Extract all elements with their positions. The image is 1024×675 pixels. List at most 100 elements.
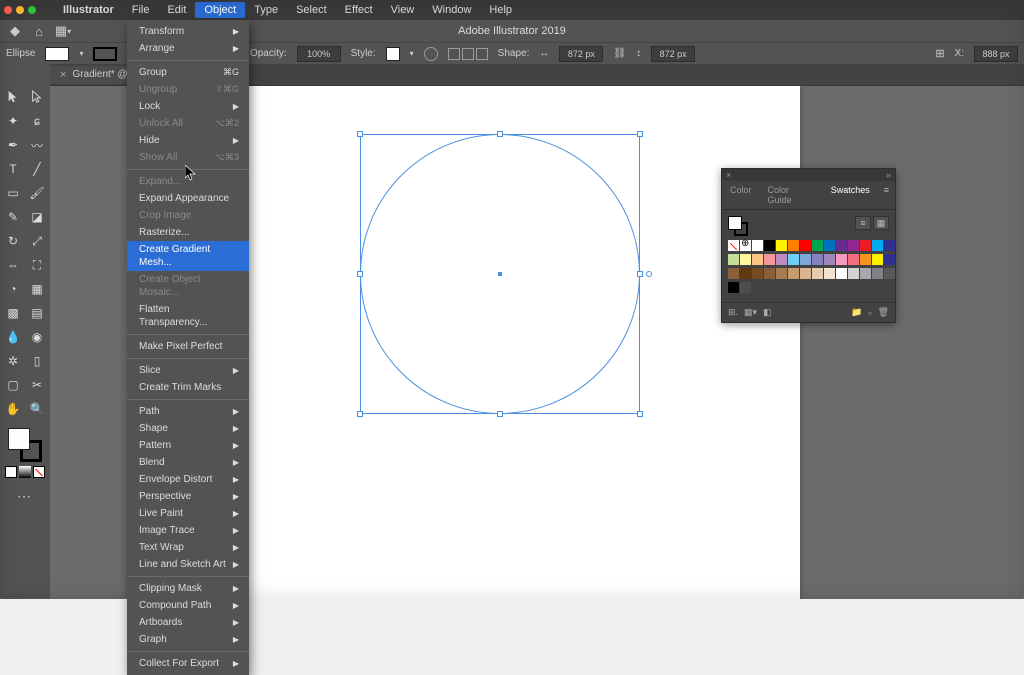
fill-box[interactable] [8,428,30,450]
menu-item-flatten-transparency-[interactable]: Flatten Transparency... [127,301,249,331]
menu-item-path[interactable]: Path▶ [127,403,249,420]
transform-reference-icon[interactable]: ⊞ [935,47,944,60]
graphic-style[interactable] [386,47,400,61]
edit-toolbar-icon[interactable]: ⋯ [17,488,33,505]
magic-wand-tool[interactable]: ✦ [2,110,24,132]
swatch[interactable] [824,254,835,265]
tab-color[interactable]: Color [722,181,760,209]
menu-object[interactable]: Object [195,2,245,18]
color-mode-buttons[interactable] [5,466,45,478]
menu-item-slice[interactable]: Slice▶ [127,362,249,379]
menu-view[interactable]: View [382,2,424,18]
swatch[interactable] [848,240,859,251]
tab-swatches[interactable]: Swatches [823,181,878,209]
home-icon[interactable]: ⌂ [30,22,48,40]
menu-item-rasterize-[interactable]: Rasterize... [127,224,249,241]
list-view-icon[interactable]: ≡ [855,216,871,230]
menu-help[interactable]: Help [480,2,521,18]
menu-item-lock[interactable]: Lock▶ [127,98,249,115]
swatch[interactable] [788,240,799,251]
menu-item-expand-appearance[interactable]: Expand Appearance [127,190,249,207]
menu-item-compound-path[interactable]: Compound Path▶ [127,597,249,614]
recolor-artwork-icon[interactable] [424,47,438,61]
swatch[interactable] [824,268,835,279]
scale-tool[interactable]: ⤢ [26,230,48,252]
swatch[interactable] [752,268,763,279]
new-swatch-icon[interactable]: ▫ [868,308,871,318]
swatch[interactable] [740,240,751,251]
rectangle-tool[interactable]: ▭ [2,182,24,204]
align-buttons[interactable] [448,48,488,60]
swatch-options-icon[interactable]: ◧ [763,307,772,318]
panel-collapse-icon[interactable]: » [886,170,891,180]
menu-item-artboards[interactable]: Artboards▶ [127,614,249,631]
menu-effect[interactable]: Effect [336,2,382,18]
menu-item-line-and-sketch-art[interactable]: Line and Sketch Art▶ [127,556,249,573]
pen-tool[interactable]: ✒ [2,134,24,156]
panel-close-icon[interactable]: × [726,170,731,180]
menu-item-hide[interactable]: Hide▶ [127,132,249,149]
swatch[interactable] [728,282,739,293]
swatch[interactable] [872,268,883,279]
panel-fill-stroke[interactable] [728,216,748,236]
pie-handle[interactable] [646,271,652,277]
app-logo-icon[interactable]: ◆ [6,22,24,40]
swatch-row-2[interactable] [728,254,889,265]
swatch[interactable] [860,254,871,265]
swatch-libraries-icon[interactable]: ⊞. [728,307,738,318]
shape-builder-tool[interactable]: ◔ [2,278,24,300]
swatch[interactable] [860,240,871,251]
swatch[interactable] [812,268,823,279]
handle-mid-right[interactable] [637,271,643,277]
stroke-swatch[interactable] [93,47,117,61]
mesh-tool[interactable]: ▩ [2,302,24,324]
swatch[interactable] [884,254,895,265]
menu-item-graph[interactable]: Graph▶ [127,631,249,648]
menu-type[interactable]: Type [245,2,287,18]
shape-height-value[interactable]: 872 px [651,46,695,62]
handle-top-mid[interactable] [497,131,503,137]
blend-tool[interactable]: ◉ [26,326,48,348]
rotate-tool[interactable]: ↻ [2,230,24,252]
menu-illustrator[interactable]: Illustrator [54,2,123,18]
swatch[interactable] [728,240,739,251]
swatches-panel[interactable]: ×» Color Color Guide Swatches ≡ ≡ ▦ ⊞. ▦… [721,168,896,323]
swatch[interactable] [740,254,751,265]
close-tab-icon[interactable]: × [60,69,66,81]
swatch[interactable] [728,254,739,265]
swatch[interactable] [764,268,775,279]
artboard-tool[interactable]: ▢ [2,374,24,396]
x-value[interactable]: 888 px [974,46,1018,62]
gradient-tool[interactable]: ▤ [26,302,48,324]
link-wh-icon[interactable]: ⛓ [613,48,626,59]
swatch[interactable] [824,240,835,251]
menu-item-live-paint[interactable]: Live Paint▶ [127,505,249,522]
menu-item-group[interactable]: Group⌘G [127,64,249,81]
swatch[interactable] [800,254,811,265]
swatch[interactable] [848,254,859,265]
swatch[interactable] [836,240,847,251]
menu-item-collect-for-export[interactable]: Collect For Export▶ [127,655,249,672]
shaper-tool[interactable]: ✎ [2,206,24,228]
selection-tool[interactable] [2,86,24,108]
menu-item-blend[interactable]: Blend▶ [127,454,249,471]
new-color-group-icon[interactable]: 📁 [851,307,862,318]
menu-item-make-pixel-perfect[interactable]: Make Pixel Perfect [127,338,249,355]
handle-mid-left[interactable] [357,271,363,277]
direct-selection-tool[interactable] [26,86,48,108]
menu-item-shape[interactable]: Shape▶ [127,420,249,437]
delete-swatch-icon[interactable]: 🗑 [878,307,889,318]
symbol-sprayer-tool[interactable]: ✲ [2,350,24,372]
swatch[interactable] [860,268,871,279]
swatch[interactable] [800,268,811,279]
swatch[interactable] [776,254,787,265]
arrange-documents-icon[interactable]: ▦ ▾ [54,22,72,40]
swatch[interactable] [800,240,811,251]
menu-item-arrange[interactable]: Arrange▶ [127,40,249,57]
handle-bottom-right[interactable] [637,411,643,417]
eraser-tool[interactable]: ◪ [26,206,48,228]
swatch[interactable] [740,268,751,279]
swatch-kind-icon[interactable]: ▦▾ [744,307,757,318]
slice-tool[interactable]: ✂ [26,374,48,396]
selection-bounding-box[interactable] [360,134,640,414]
